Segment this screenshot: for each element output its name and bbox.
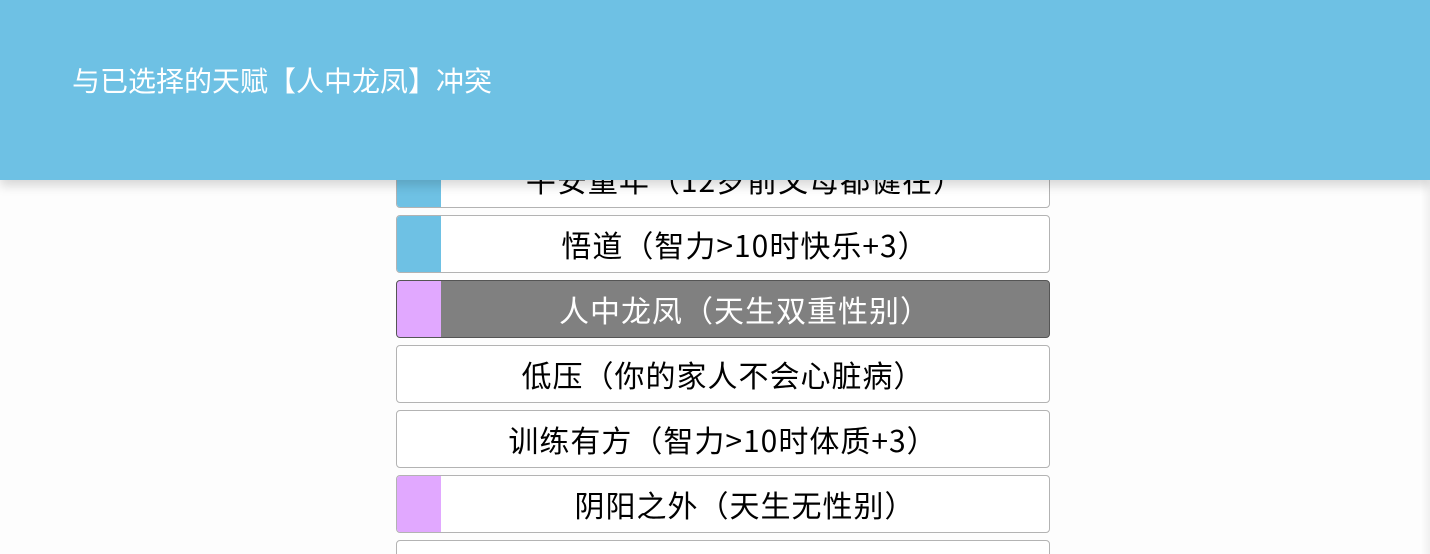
talent-label: 悟道（智力>10时快乐+3） [441, 216, 1049, 272]
conflict-toast: 与已选择的天赋【人中龙凤】冲突 [0, 0, 1430, 180]
talent-label: 人中龙凤（天生双重性别） [441, 281, 1049, 337]
talent-list: 平安童年（12岁前父母都健在） 悟道（智力>10时快乐+3） 人中龙凤（天生双重… [396, 180, 1050, 554]
rarity-pip [397, 216, 441, 272]
talent-label: 异交狂（所有属性-1） [397, 541, 1049, 554]
conflict-toast-text: 与已选择的天赋【人中龙凤】冲突 [72, 60, 492, 100]
talent-row-selected[interactable]: 人中龙凤（天生双重性别） [396, 280, 1050, 338]
rarity-pip [397, 180, 441, 207]
talent-list-viewport: 平安童年（12岁前父母都健在） 悟道（智力>10时快乐+3） 人中龙凤（天生双重… [0, 180, 1430, 554]
rarity-pip [397, 281, 441, 337]
talent-row[interactable]: 训练有方（智力>10时体质+3） [396, 410, 1050, 468]
rarity-pip [397, 476, 441, 532]
scrollbar[interactable] [1420, 180, 1430, 554]
talent-label: 低压（你的家人不会心脏病） [397, 346, 1049, 402]
talent-label: 阴阳之外（天生无性别） [441, 476, 1049, 532]
talent-label: 平安童年（12岁前父母都健在） [441, 180, 1049, 207]
talent-row[interactable]: 平安童年（12岁前父母都健在） [396, 180, 1050, 208]
talent-row[interactable]: 低压（你的家人不会心脏病） [396, 345, 1050, 403]
talent-row[interactable]: 悟道（智力>10时快乐+3） [396, 215, 1050, 273]
talent-row[interactable]: 阴阳之外（天生无性别） [396, 475, 1050, 533]
talent-label: 训练有方（智力>10时体质+3） [397, 411, 1049, 467]
talent-row[interactable]: 异交狂（所有属性-1） [396, 540, 1050, 554]
